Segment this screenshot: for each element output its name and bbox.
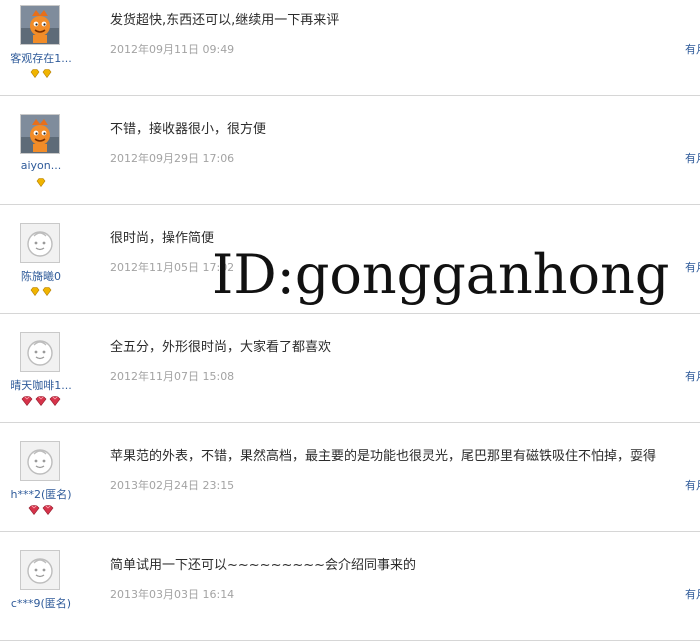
reviewer-level-badges [0,69,82,79]
default-smiley-avatar[interactable] [20,223,60,263]
diamond-icon [30,69,40,79]
review-row: 客观存在1... 发货超快,东西还可以,继续用一下再来评 2012年09月11日 0… [0,0,700,96]
review-row: aiyon... 不错，接收器很小，很方便 2012年09月29日 17:06 有月 [0,96,700,205]
reviewer-name[interactable]: aiyon... [0,159,82,172]
reviewer-name[interactable]: 晴天咖啡1... [0,377,82,393]
reviewer-level-badges [0,178,82,188]
review-comment: 不错，接收器很小，很方便 [110,122,267,137]
useful-vote-link[interactable]: 有月 [685,477,700,493]
heart-gem-icon [42,505,54,515]
reviewer-name[interactable]: h***2(匿名) [0,486,82,502]
heart-gem-icon [49,396,61,406]
heart-gem-icon [28,505,40,515]
useful-vote-link[interactable]: 有月 [685,259,700,275]
review-date: 2013年03月03日 16:14 [110,588,235,601]
useful-vote-link[interactable]: 有月 [685,41,700,57]
orange-creature-avatar[interactable] [20,5,60,45]
diamond-icon [42,287,52,297]
review-comment: 全五分，外形很时尚，大家看了都喜欢 [110,340,332,355]
reviewer-level-badges [0,396,82,406]
review-row: c***9(匿名) 简单试用一下还可以~~~~~~~~~会介绍同事来的 2013年0… [0,532,700,641]
reviewer-name[interactable]: 陈旖曦0 [0,268,82,284]
review-date: 2013年02月24日 23:15 [110,479,235,492]
review-date: 2012年09月11日 09:49 [110,43,235,56]
useful-vote-link[interactable]: 有月 [685,368,700,384]
review-date: 2012年09月29日 17:06 [110,152,235,165]
diamond-icon [42,69,52,79]
useful-vote-link[interactable]: 有月 [685,150,700,166]
default-smiley-avatar[interactable] [20,550,60,590]
reviewer-name[interactable]: 客观存在1... [0,50,82,66]
review-date: 2012年11月07日 15:08 [110,370,235,383]
useful-vote-link[interactable]: 有月 [685,586,700,602]
orange-creature-avatar[interactable] [20,114,60,154]
reviewer-name[interactable]: c***9(匿名) [0,595,82,611]
reviewer-level-badges [0,287,82,297]
diamond-icon [30,287,40,297]
review-comment: 苹果范的外表，不错，果然高档，最主要的是功能也很灵光，尾巴那里有磁铁吸住不怕掉，… [110,449,657,464]
review-comment: 很时尚，操作简便 [110,231,215,246]
default-smiley-avatar[interactable] [20,332,60,372]
review-comment: 发货超快,东西还可以,继续用一下再来评 [110,13,340,28]
review-comment: 简单试用一下还可以~~~~~~~~~会介绍同事来的 [110,558,417,573]
watermark-text: ID:gongganhong [212,243,670,306]
default-smiley-avatar[interactable] [20,441,60,481]
review-row: 晴天咖啡1... 全五分，外形很时尚，大家看了都喜欢 2012年11月07日 15:… [0,314,700,423]
heart-gem-icon [35,396,47,406]
review-row: h***2(匿名) 苹果范的外表，不错，果然高档，最主要的是功能也很灵光，尾巴那里… [0,423,700,532]
diamond-icon [36,178,46,188]
reviewer-level-badges [0,505,82,515]
heart-gem-icon [21,396,33,406]
